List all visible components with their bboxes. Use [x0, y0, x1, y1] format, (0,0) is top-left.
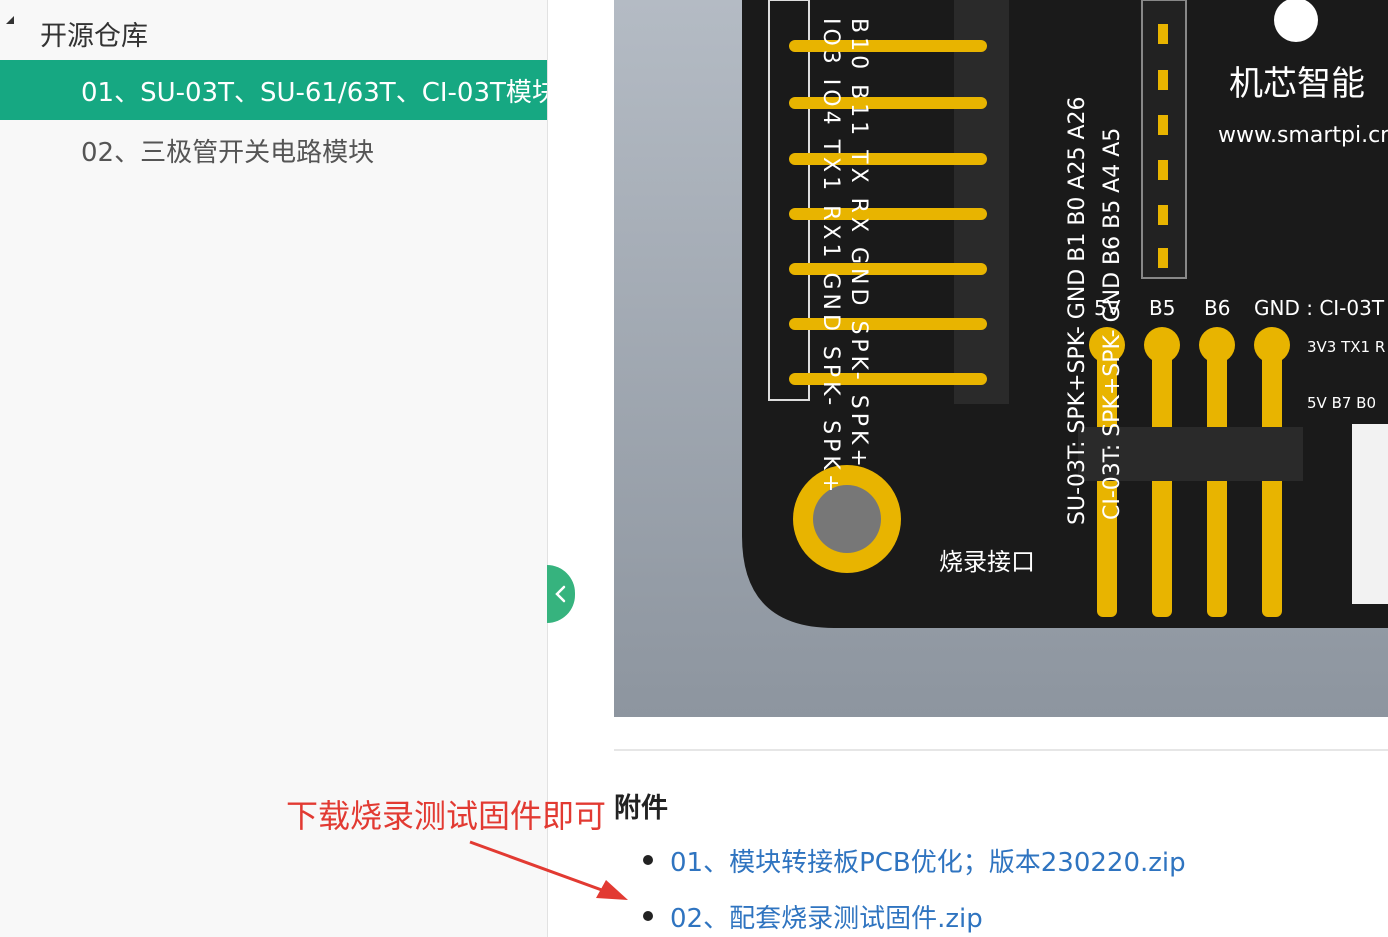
small-label: 3V3 TX1 R: [1307, 338, 1385, 356]
sidebar-item-su03t[interactable]: 01、SU-03T、SU-61/63T、CI-03T模块: [0, 60, 547, 120]
list-item: 01、模块转接板PCB优化；版本230220.zip: [643, 832, 1186, 888]
divider: [614, 749, 1388, 751]
header-label: GND : CI-03T: [1254, 296, 1385, 320]
tree-group-open-source[interactable]: 开源仓库: [0, 6, 547, 54]
ci03t-pin-label: CI-03T: SPK+SPK- GND B6 B5 A4 A5: [1100, 128, 1125, 520]
header-label: B5: [1149, 296, 1175, 320]
pin-labels-row1: B10 B11 TX RX GND SPK- SPK+: [846, 18, 871, 471]
pin-labels-row2: IO3 IO4 TX1 RX1 GND SPK- SPK+: [818, 18, 843, 496]
sidebar-item-label: 01、SU-03T、SU-61/63T、CI-03T模块: [81, 77, 547, 108]
burn-port-label: 烧录接口: [939, 548, 1035, 576]
pcb-board-image: 机芯智能 www.smartpi.cn 5V B5 B6 GND : CI-03…: [614, 0, 1388, 717]
attachment-link-firmware[interactable]: 02、配套烧录测试固件.zip: [670, 898, 983, 935]
main-content: 机芯智能 www.smartpi.cn 5V B5 B6 GND : CI-03…: [548, 0, 1388, 937]
sidebar-item-transistor[interactable]: 02、三极管开关电路模块: [0, 120, 547, 180]
board-url-text: www.smartpi.cn: [1218, 123, 1388, 148]
attachment-link-pcb[interactable]: 01、模块转接板PCB优化；版本230220.zip: [670, 842, 1186, 879]
bullet-icon: [643, 911, 653, 921]
list-item: 02、配套烧录测试固件.zip: [643, 888, 1186, 937]
su03t-pin-label: SU-03T: SPK+SPK- GND B1 B0 A25 A26: [1065, 97, 1090, 525]
board-brand-text: 机芯智能: [1229, 64, 1365, 104]
caret-down-icon[interactable]: [6, 16, 14, 24]
tree-group-label: 开源仓库: [40, 21, 148, 52]
bullet-icon: [643, 855, 653, 865]
header-label: B6: [1204, 296, 1230, 320]
attachments-list: 01、模块转接板PCB优化；版本230220.zip 02、配套烧录测试固件.z…: [643, 832, 1186, 937]
sidebar-item-label: 02、三极管开关电路模块: [81, 137, 375, 168]
small-label: 5V B7 B0: [1307, 394, 1376, 412]
attachments-title: 附件: [614, 793, 668, 824]
annotation-text: 下载烧录测试固件即可: [286, 797, 607, 835]
